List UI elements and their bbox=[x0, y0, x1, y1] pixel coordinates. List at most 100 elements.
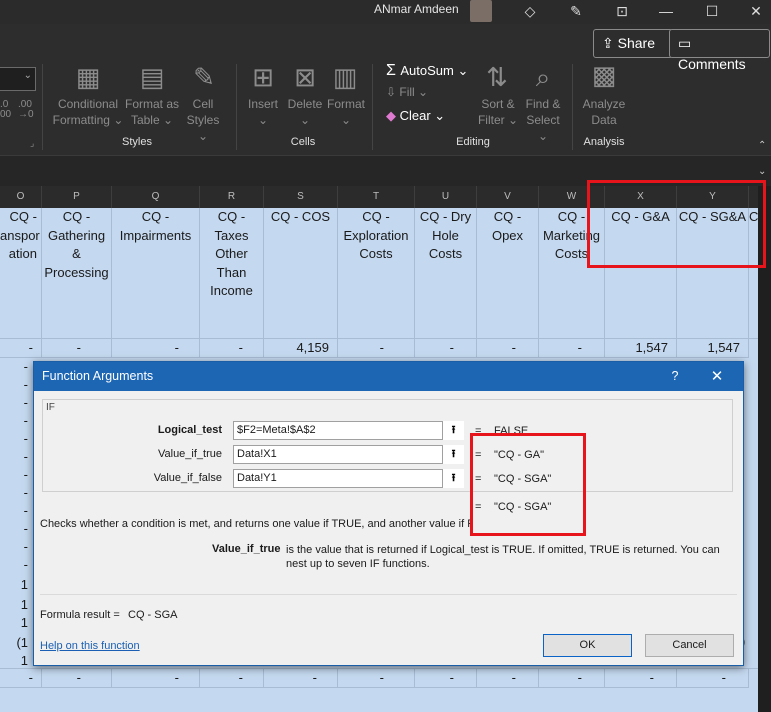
sort-filter-button[interactable]: Sort & Filter ⌄ bbox=[476, 96, 520, 128]
cell-t1[interactable]: - bbox=[338, 338, 415, 358]
comments-button[interactable]: ▭ Comments bbox=[669, 29, 770, 72]
share-label: Share bbox=[617, 35, 655, 51]
left-cell[interactable]: - bbox=[0, 520, 32, 537]
logical-test-input[interactable]: $F2=Meta!$A$2 bbox=[233, 421, 464, 440]
cell-bottom-t[interactable]: - bbox=[338, 668, 415, 688]
cell-bottom-v[interactable]: - bbox=[477, 668, 539, 688]
format-button[interactable]: Format ⌄ bbox=[325, 96, 367, 128]
help-button[interactable]: ? bbox=[668, 362, 682, 391]
header-cell-v[interactable]: CQ - Opex bbox=[477, 208, 539, 338]
cell-bottom-x[interactable]: - bbox=[605, 668, 677, 688]
left-cell[interactable]: 1 bbox=[0, 652, 32, 669]
cf-label: Conditional bbox=[57, 97, 119, 111]
increase-decimal-button[interactable]: .0 00 bbox=[0, 100, 11, 120]
cancel-button[interactable]: Cancel bbox=[645, 634, 734, 657]
left-cell[interactable]: (1 bbox=[0, 634, 32, 651]
left-cell[interactable]: 1 bbox=[0, 576, 32, 593]
cell-p1[interactable]: - bbox=[42, 338, 112, 358]
format-as-table-button[interactable]: Format as Table ⌄ bbox=[122, 96, 182, 128]
avatar[interactable] bbox=[470, 0, 492, 22]
cell-bottom-p[interactable]: - bbox=[42, 668, 112, 688]
left-cell[interactable]: - bbox=[0, 358, 32, 375]
column-header-t[interactable]: T bbox=[338, 186, 415, 208]
collapse-dialog-icon[interactable]: ⭱ bbox=[442, 421, 464, 440]
cell-w1[interactable]: - bbox=[539, 338, 605, 358]
column-header-r[interactable]: R bbox=[200, 186, 264, 208]
sort-label: Sort & bbox=[481, 97, 515, 111]
left-cell[interactable]: 1 bbox=[0, 614, 32, 631]
find-select-button[interactable]: Find & Select ⌄ bbox=[520, 96, 566, 144]
close-icon[interactable]: ✕ bbox=[746, 2, 766, 20]
left-cell[interactable]: - bbox=[0, 394, 32, 411]
cell-styles-button[interactable]: Cell Styles ⌄ bbox=[180, 96, 226, 144]
cell-q1[interactable]: - bbox=[112, 338, 200, 358]
clear-button[interactable]: ◆ Clear ⌄ bbox=[386, 108, 445, 124]
left-cell[interactable]: - bbox=[0, 376, 32, 393]
value-if-true-input[interactable]: Data!X1 bbox=[233, 445, 464, 464]
dialog-title-bar[interactable]: Function Arguments ? ✕ bbox=[34, 362, 743, 391]
ok-button[interactable]: OK bbox=[543, 634, 632, 657]
header-cell-q[interactable]: CQ - Impairments bbox=[112, 208, 200, 338]
header-cell-t[interactable]: CQ - Exploration Costs bbox=[338, 208, 415, 338]
cell-bottom-y[interactable]: - bbox=[677, 668, 749, 688]
column-header-u[interactable]: U bbox=[415, 186, 477, 208]
left-cell[interactable]: - bbox=[0, 502, 32, 519]
left-cell[interactable]: - bbox=[0, 430, 32, 447]
column-header-v[interactable]: V bbox=[477, 186, 539, 208]
restore-ribbon-icon[interactable]: ⊡ bbox=[612, 2, 632, 20]
delete-button[interactable]: Delete ⌄ bbox=[285, 96, 325, 128]
column-header-o[interactable]: O bbox=[0, 186, 42, 208]
expand-formula-bar-icon[interactable]: ⌄ bbox=[758, 166, 766, 177]
dialog-launcher-icon[interactable]: ⌟ bbox=[30, 138, 34, 149]
column-header-q[interactable]: Q bbox=[112, 186, 200, 208]
number-format-dropdown[interactable]: ⌄ bbox=[0, 67, 36, 91]
share-button[interactable]: ⇪ Share bbox=[593, 29, 673, 58]
dialog-close-icon[interactable]: ✕ bbox=[708, 362, 726, 391]
conditional-formatting-button[interactable]: Conditional Formatting ⌄ bbox=[52, 96, 124, 128]
collapse-ribbon-icon[interactable]: ⌃ bbox=[758, 140, 766, 151]
column-header-s[interactable]: S bbox=[264, 186, 338, 208]
cell-bottom-o[interactable]: - bbox=[0, 668, 42, 688]
sheet-row[interactable] bbox=[0, 688, 758, 712]
left-cell[interactable]: - bbox=[0, 556, 32, 573]
collapse-dialog-icon[interactable]: ⭱ bbox=[442, 445, 464, 464]
value-if-false-input[interactable]: Data!Y1 bbox=[233, 469, 464, 488]
cell-s1[interactable]: 4,159 bbox=[264, 338, 338, 358]
fill-button[interactable]: ⇩ Fill ⌄ bbox=[386, 85, 428, 99]
cell-bottom-s[interactable]: - bbox=[264, 668, 338, 688]
header-cell-o[interactable]: CQ - anspor ation bbox=[0, 208, 42, 338]
decrease-decimal-button[interactable]: .00 →0 bbox=[18, 100, 34, 120]
cell-bottom-w[interactable]: - bbox=[539, 668, 605, 688]
maximize-icon[interactable]: ☐ bbox=[702, 2, 722, 20]
header-cell-r[interactable]: CQ - Taxes Other Than Income bbox=[200, 208, 264, 338]
autosum-button[interactable]: Σ AutoSum ⌄ bbox=[386, 62, 468, 80]
formula-result-value: CQ - SGA bbox=[128, 609, 178, 621]
left-cell[interactable]: - bbox=[0, 412, 32, 429]
cell-r1[interactable]: - bbox=[200, 338, 264, 358]
cell-u1[interactable]: - bbox=[415, 338, 477, 358]
analyze-data-button[interactable]: Analyze Data bbox=[580, 96, 628, 128]
cell-bottom-q[interactable]: - bbox=[112, 668, 200, 688]
left-cell[interactable]: 1 bbox=[0, 596, 32, 613]
left-cell[interactable]: - bbox=[0, 538, 32, 555]
cell-v1[interactable]: - bbox=[477, 338, 539, 358]
header-cell-u[interactable]: CQ - Dry Hole Costs bbox=[415, 208, 477, 338]
cell-bottom-u[interactable]: - bbox=[415, 668, 477, 688]
cell-x1[interactable]: 1,547 bbox=[605, 338, 677, 358]
left-cell[interactable]: - bbox=[0, 484, 32, 501]
header-cell-p[interactable]: CQ - Gathering & Processing bbox=[42, 208, 112, 338]
cell-bottom-r[interactable]: - bbox=[200, 668, 264, 688]
collapse-dialog-icon[interactable]: ⭱ bbox=[442, 469, 464, 488]
left-cell[interactable]: - bbox=[0, 466, 32, 483]
column-header-p[interactable]: P bbox=[42, 186, 112, 208]
help-link[interactable]: Help on this function bbox=[40, 640, 140, 652]
minimize-icon[interactable]: — bbox=[656, 2, 676, 20]
cell-y1[interactable]: 1,547 bbox=[677, 338, 749, 358]
insert-button[interactable]: Insert ⌄ bbox=[244, 96, 282, 128]
left-cell[interactable]: - bbox=[0, 448, 32, 465]
header-cell-s[interactable]: CQ - COS bbox=[264, 208, 338, 338]
cell-o1[interactable]: - bbox=[0, 338, 42, 358]
value-if-false-label: Value_if_false bbox=[153, 472, 222, 484]
pen-icon[interactable]: ✎ bbox=[566, 2, 586, 20]
diamond-icon[interactable]: ◇ bbox=[520, 2, 540, 20]
